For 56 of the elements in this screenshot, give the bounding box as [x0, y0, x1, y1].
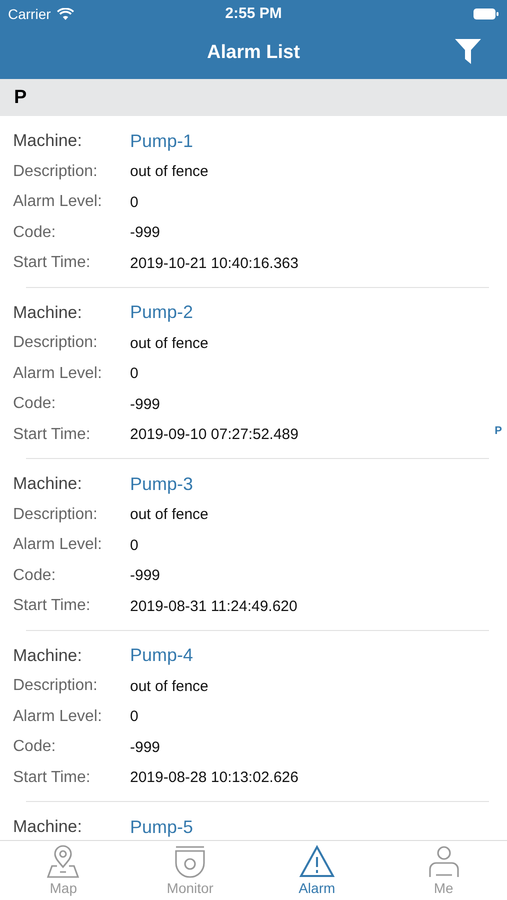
carrier-label: Carrier: [8, 6, 51, 22]
field-label: Alarm Level:: [13, 536, 103, 554]
field-label: Alarm Level:: [13, 708, 103, 726]
field-value: out of fence: [130, 163, 208, 180]
field-label: Machine:: [13, 474, 83, 494]
field-value: out of fence: [130, 334, 208, 352]
field-label: Code:: [13, 224, 57, 242]
field-label: Description:: [13, 162, 98, 181]
field-value: 2019-10-21 10:40:16.363: [130, 254, 298, 272]
field-label: Start Time:: [13, 254, 92, 272]
tab-item[interactable]: Monitor: [126, 841, 254, 900]
field-value: -999: [130, 396, 160, 413]
field-label: Start Time:: [13, 768, 92, 787]
warning-icon: [298, 845, 335, 879]
machine-link[interactable]: Pump-4: [130, 645, 194, 666]
field-value: 2019-09-10 07:27:52.489: [130, 426, 298, 444]
machine-link[interactable]: Pump-5: [130, 816, 194, 838]
field-value: -999: [130, 567, 160, 584]
field-value: out of fence: [130, 678, 208, 695]
machine-link[interactable]: Pump-1: [130, 130, 194, 152]
field-label: Code:: [13, 738, 57, 756]
field-label: Description:: [13, 677, 98, 696]
field-label: Machine:: [13, 302, 83, 323]
field-label: Start Time:: [13, 426, 92, 444]
field-label: Alarm Level:: [13, 364, 103, 383]
field-value: 2019-08-31 11:24:49.620: [130, 598, 298, 615]
field-label: Code:: [13, 566, 57, 585]
section-index-letter[interactable]: P: [494, 425, 502, 437]
screen-title: Alarm List: [207, 42, 300, 64]
field-value: 0: [130, 365, 138, 382]
field-value: 0: [130, 536, 138, 554]
field-label: Machine:: [13, 131, 83, 152]
field-value: out of fence: [130, 506, 208, 524]
clock-time: 2:55 PM: [225, 5, 282, 22]
field-label: Code:: [13, 395, 57, 414]
field-label: Machine:: [13, 817, 83, 838]
battery-icon: [473, 8, 500, 20]
map-pin-icon: [45, 845, 82, 879]
machine-link[interactable]: Pump-3: [130, 474, 194, 495]
tab-item[interactable]: Map: [0, 841, 127, 900]
field-value: 0: [130, 194, 138, 211]
field-label: Machine:: [13, 646, 83, 666]
field-label: Description:: [13, 334, 98, 352]
field-value: 2019-08-28 10:13:02.626: [130, 769, 298, 786]
machine-link[interactable]: Pump-2: [130, 302, 194, 324]
field-label: Start Time:: [13, 597, 92, 616]
field-label: Description:: [13, 506, 98, 524]
tab-item[interactable]: Me: [380, 841, 507, 900]
wifi-icon: [56, 8, 74, 20]
field-value: -999: [130, 224, 160, 242]
filter-button[interactable]: [455, 39, 481, 64]
tab-item[interactable]: Alarm: [254, 841, 380, 900]
field-value: -999: [130, 738, 160, 756]
field-label: Alarm Level:: [13, 193, 103, 212]
field-value: 0: [130, 708, 138, 726]
section-header: P: [0, 79, 507, 116]
